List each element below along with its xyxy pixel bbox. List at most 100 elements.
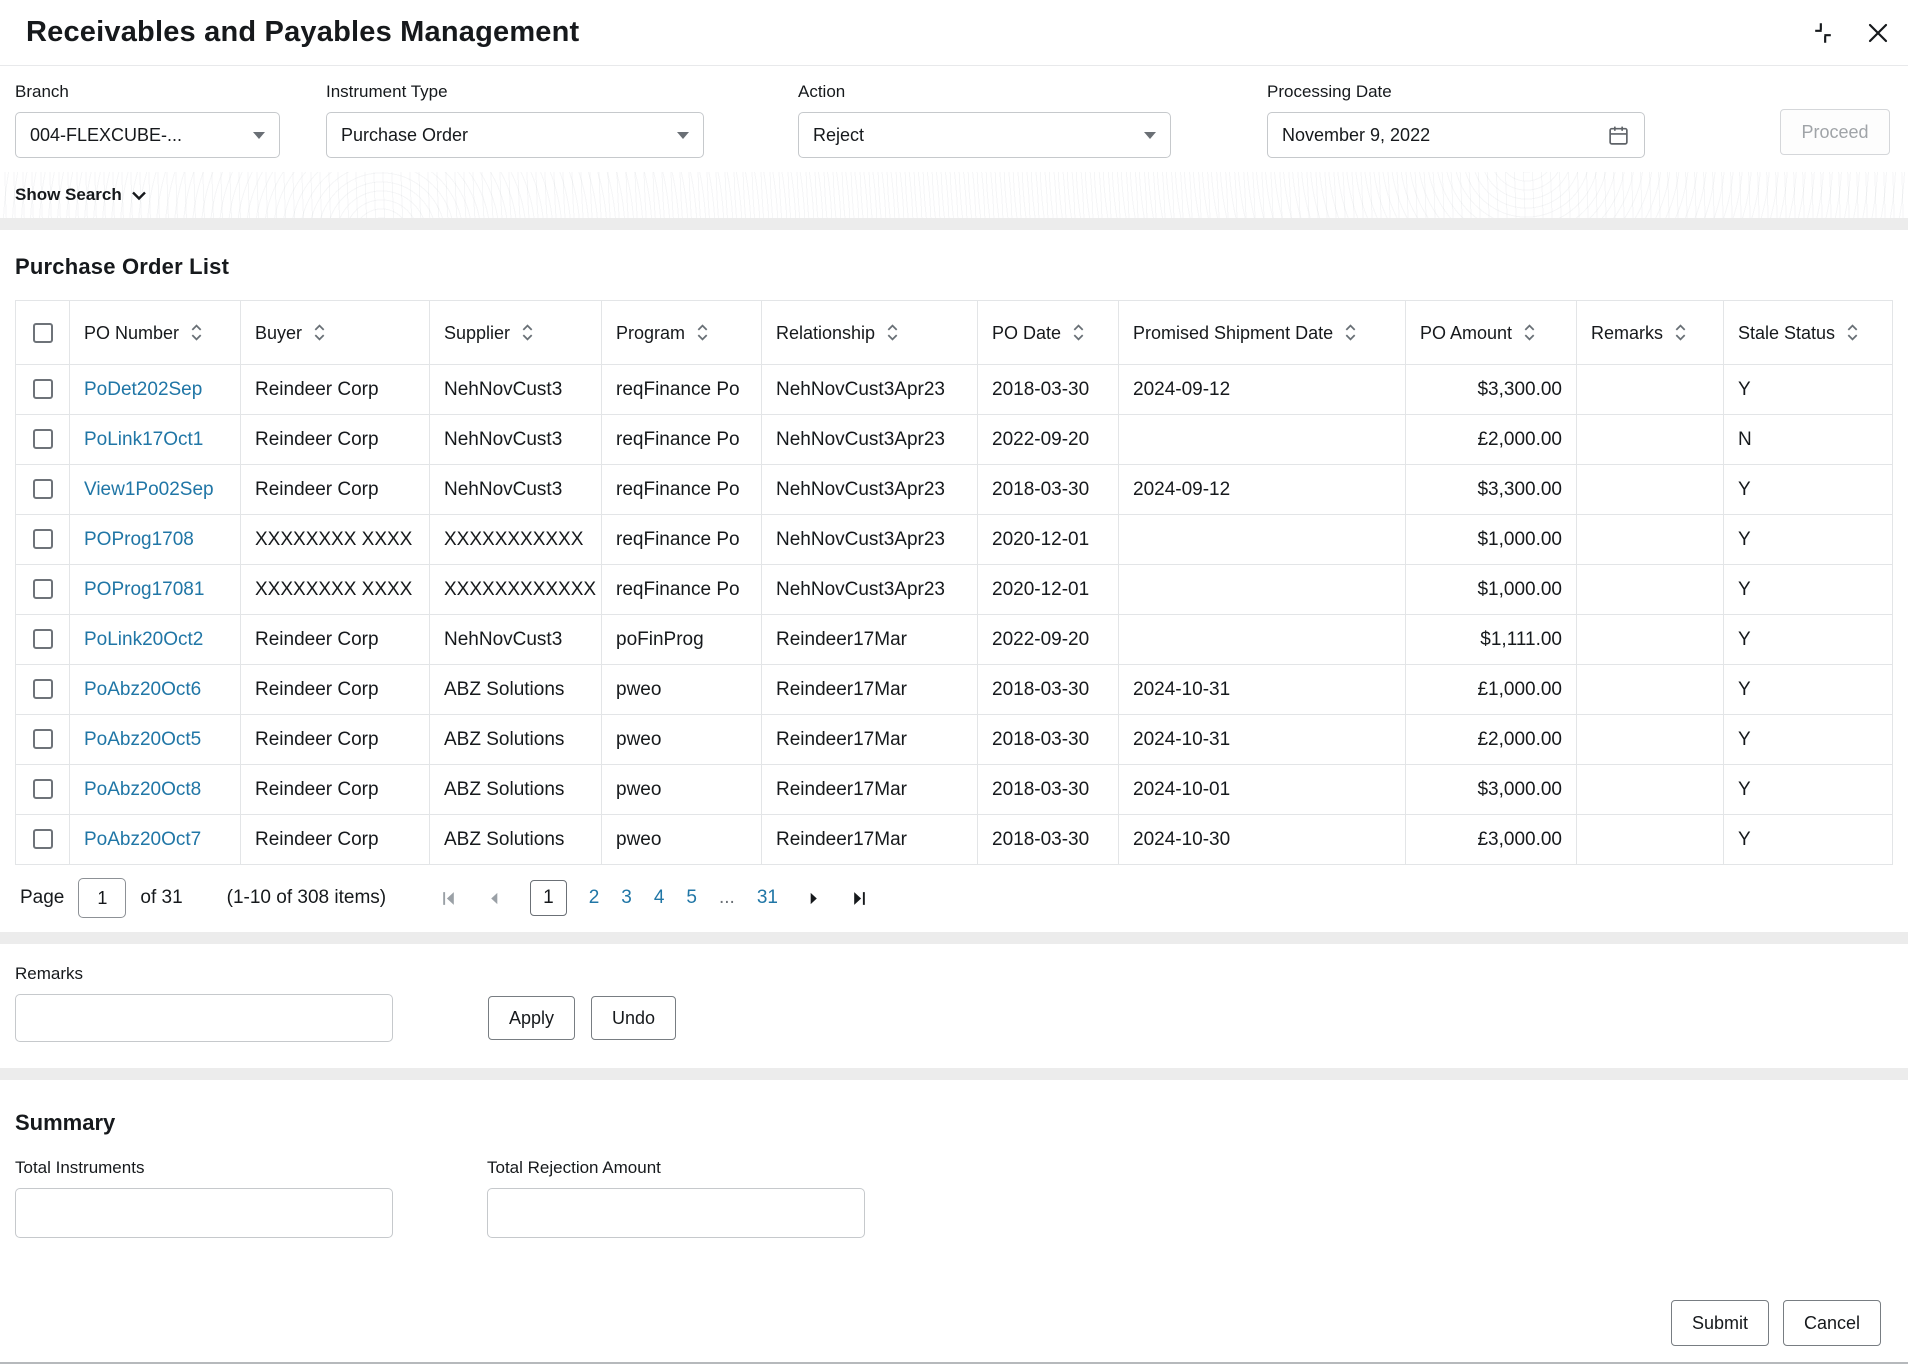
- next-page-icon[interactable]: [804, 888, 823, 909]
- row-checkbox[interactable]: [32, 379, 53, 400]
- cell-po-number: PoDet202Sep: [69, 364, 241, 415]
- total-instruments-input[interactable]: [15, 1188, 393, 1238]
- pagination-current-page[interactable]: 1: [530, 880, 567, 916]
- cell-program: reqFinance Po: [601, 414, 762, 465]
- apply-button[interactable]: Apply: [488, 996, 576, 1040]
- column-header-supplier[interactable]: Supplier: [429, 300, 602, 365]
- table-row: PoAbz20Oct5 Reindeer Corp ABZ Solutions pwe…: [15, 714, 1893, 765]
- processing-date-field: Processing Date November 9, 2022: [1267, 82, 1645, 158]
- remarks-input[interactable]: [15, 994, 393, 1042]
- items-range-label: (1-10 of 308 items): [226, 887, 387, 908]
- row-checkbox[interactable]: [32, 829, 53, 850]
- cell-buyer: Reindeer Corp: [240, 464, 430, 515]
- cell-remarks: [1576, 364, 1724, 415]
- sort-icon: [697, 324, 708, 341]
- row-checkbox[interactable]: [32, 729, 53, 750]
- po-number-link[interactable]: PoLink20Oct2: [84, 629, 203, 650]
- header-card: Receivables and Payables Management Bran…: [0, 0, 1908, 218]
- proceed-button[interactable]: Proceed: [1780, 109, 1890, 155]
- total-rejection-amount-field: Total Rejection Amount: [487, 1158, 865, 1238]
- instrument-type-select[interactable]: Purchase Order: [326, 112, 704, 158]
- cell-po-date: 2018-03-30: [977, 814, 1119, 865]
- select-all-checkbox[interactable]: [32, 323, 53, 344]
- column-header-po-number[interactable]: PO Number: [69, 300, 241, 365]
- sort-icon: [314, 324, 325, 341]
- cell-po-number: PoAbz20Oct5: [69, 714, 241, 765]
- cell-po-number: PoLink20Oct2: [69, 614, 241, 665]
- po-number-link[interactable]: PoDet202Sep: [84, 379, 202, 400]
- chevron-down-icon: [253, 131, 265, 139]
- remarks-label: Remarks: [15, 964, 84, 983]
- column-header-program[interactable]: Program: [601, 300, 762, 365]
- cell-buyer: XXXXXXXX XXXX: [240, 514, 430, 565]
- sort-icon: [1345, 324, 1356, 341]
- undo-button[interactable]: Undo: [591, 996, 677, 1040]
- cell-relationship: NehNovCust3Apr23: [761, 564, 978, 615]
- row-checkbox[interactable]: [32, 479, 53, 500]
- previous-page-icon[interactable]: [485, 888, 504, 909]
- cell-supplier: ABZ Solutions: [429, 764, 602, 815]
- po-number-link[interactable]: PoLink17Oct1: [84, 429, 203, 450]
- table-row: PoDet202Sep Reindeer Corp NehNovCust3 reqFi…: [15, 364, 1893, 415]
- action-field: Action Reject: [798, 82, 1171, 158]
- cancel-button[interactable]: Cancel: [1782, 1300, 1881, 1346]
- pagination-page-link[interactable]: 5: [686, 887, 697, 909]
- cell-remarks: [1576, 714, 1724, 765]
- sort-icon: [522, 324, 533, 341]
- po-number-link[interactable]: POProg17081: [84, 579, 204, 600]
- row-checkbox[interactable]: [32, 579, 53, 600]
- column-label: PO Number: [84, 322, 180, 343]
- table-row: PoAbz20Oct6 Reindeer Corp ABZ Solutions pwe…: [15, 664, 1893, 715]
- cell-relationship: Reindeer17Mar: [761, 614, 978, 665]
- row-checkbox[interactable]: [32, 779, 53, 800]
- page-number-input[interactable]: [78, 878, 127, 918]
- po-number-link[interactable]: PoAbz20Oct7: [84, 829, 201, 850]
- column-header-po-amount[interactable]: PO Amount: [1405, 300, 1577, 365]
- total-rejection-amount-input[interactable]: [487, 1188, 865, 1238]
- submit-button[interactable]: Submit: [1670, 1300, 1769, 1346]
- column-header-remarks[interactable]: Remarks: [1576, 300, 1724, 365]
- cell-program: pweo: [601, 814, 762, 865]
- page-links: 1 2 3 4 5... 31: [530, 880, 778, 916]
- last-page-icon[interactable]: [849, 888, 870, 909]
- cell-po-number: PoAbz20Oct6: [69, 664, 241, 715]
- cell-promised-shipment-date: [1118, 414, 1406, 465]
- po-number-link[interactable]: View1Po02Sep: [84, 479, 214, 500]
- po-number-link[interactable]: PoAbz20Oct6: [84, 679, 201, 700]
- cell-supplier: NehNovCust3: [429, 414, 602, 465]
- pagination-page-link[interactable]: 4: [654, 887, 665, 909]
- pagination-page-link[interactable]: 2: [589, 887, 600, 909]
- row-checkbox[interactable]: [32, 629, 53, 650]
- column-header-promised-shipment-date[interactable]: Promised Shipment Date: [1118, 300, 1406, 365]
- cell-remarks: [1576, 614, 1724, 665]
- column-header-stale-status[interactable]: Stale Status: [1723, 300, 1893, 365]
- row-checkbox[interactable]: [32, 529, 53, 550]
- po-number-link[interactable]: PoAbz20Oct5: [84, 729, 201, 750]
- row-checkbox[interactable]: [32, 679, 53, 700]
- pagination-page-link[interactable]: 3: [621, 887, 632, 909]
- collapse-window-icon[interactable]: [1810, 20, 1836, 46]
- calendar-icon[interactable]: [1607, 124, 1630, 147]
- column-header-po-date[interactable]: PO Date: [977, 300, 1119, 365]
- cell-relationship: NehNovCust3Apr23: [761, 364, 978, 415]
- po-number-link[interactable]: POProg1708: [84, 529, 194, 550]
- branch-select[interactable]: 004-FLEXCUBE-...: [15, 112, 280, 158]
- column-label: PO Amount: [1420, 322, 1513, 343]
- po-number-link[interactable]: PoAbz20Oct8: [84, 779, 201, 800]
- row-checkbox-cell: [15, 564, 70, 615]
- show-search-toggle[interactable]: Show Search: [0, 172, 1908, 218]
- column-header-relationship[interactable]: Relationship: [761, 300, 978, 365]
- action-select[interactable]: Reject: [798, 112, 1171, 158]
- row-checkbox-cell: [15, 364, 70, 415]
- first-page-icon[interactable]: [438, 888, 459, 909]
- cell-supplier: ABZ Solutions: [429, 814, 602, 865]
- close-icon[interactable]: [1866, 21, 1890, 45]
- cell-po-amount: $3,000.00: [1405, 764, 1577, 815]
- cell-relationship: Reindeer17Mar: [761, 814, 978, 865]
- row-checkbox[interactable]: [32, 429, 53, 450]
- processing-date-input[interactable]: November 9, 2022: [1267, 112, 1645, 158]
- cell-promised-shipment-date: 2024-10-01: [1118, 764, 1406, 815]
- purchase-order-table: PO Number Buyer Supplier Program Relationshi…: [15, 300, 1893, 865]
- pagination-page-link[interactable]: 31: [757, 887, 778, 909]
- column-header-buyer[interactable]: Buyer: [240, 300, 430, 365]
